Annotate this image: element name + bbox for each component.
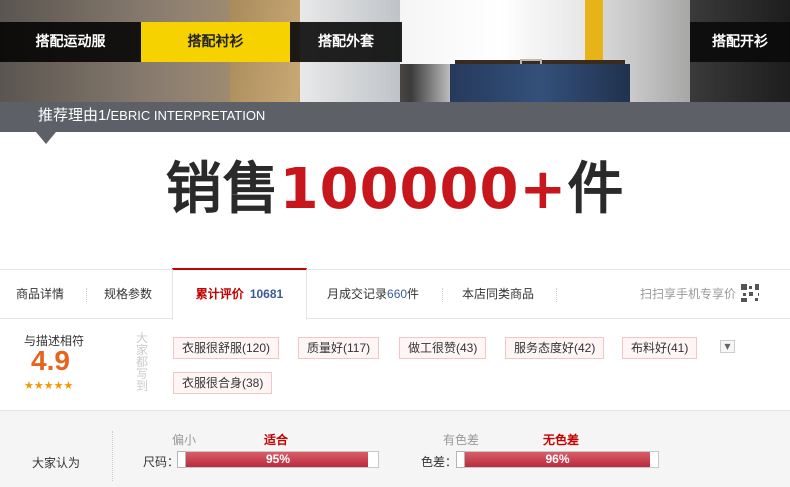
- color-slider-knob: [456, 451, 465, 468]
- banner-image: 搭配运动服 搭配衬衫 搭配外套 搭配开衫: [0, 0, 790, 102]
- impression-label: 大家都写到: [136, 331, 149, 393]
- outfit-tabs: 搭配运动服 搭配衬衫 搭配外套 搭配开衫: [0, 22, 790, 62]
- fit-panel: 大家认为 偏小 适合 尺码： 95% 有色差 无色差 色差： 96%: [0, 410, 790, 487]
- tab-separator: [442, 288, 443, 302]
- tab-sportswear[interactable]: 搭配运动服: [0, 22, 141, 62]
- mobile-price-link[interactable]: 扫扫享手机专享价: [640, 270, 736, 319]
- tab-monthly-sales[interactable]: 月成交记录660件: [327, 270, 419, 319]
- review-tag[interactable]: 做工很赞(43): [399, 337, 487, 359]
- size-left-label: 偏小: [172, 433, 197, 447]
- review-tag[interactable]: 衣服很合身(38): [173, 372, 273, 394]
- reason-title: 推荐理由1/EBRIC INTERPRETATION: [38, 102, 265, 132]
- monthly-unit: 件: [407, 287, 420, 301]
- color-percent: 96%: [545, 452, 570, 466]
- size-label: 尺码：: [143, 455, 180, 469]
- tab-cardigan[interactable]: 搭配开衫: [690, 22, 790, 62]
- tab-reviews-label: 累计评价: [195, 287, 244, 301]
- tab-separator: [86, 288, 87, 302]
- tab-monthly-label: 月成交记录: [327, 287, 388, 301]
- monthly-count: 660: [387, 287, 408, 301]
- star-rating: ★★★★★: [24, 379, 74, 392]
- size-percent: 95%: [265, 452, 291, 466]
- review-tag[interactable]: 衣服很舒服(120): [173, 337, 280, 359]
- qr-code-icon[interactable]: [740, 283, 760, 303]
- reason-title-cn: 推荐理由1/: [38, 107, 111, 124]
- review-tag[interactable]: 布料好(41): [622, 337, 698, 359]
- size-bar: 95%: [177, 451, 379, 468]
- tab-similar-items[interactable]: 本店同类商品: [462, 270, 534, 319]
- size-right-label: 适合: [264, 433, 289, 447]
- sales-headline: 销售100000+件: [0, 150, 790, 230]
- fit-divider: [112, 431, 113, 481]
- reason-subtitle: EBRIC INTERPRETATION: [110, 108, 266, 123]
- tab-product-details[interactable]: 商品详情: [16, 270, 64, 319]
- headline-number: 100000+: [279, 157, 568, 222]
- review-count: 10681: [249, 287, 284, 301]
- rating-section: 与描述相符 4.9 ★★★★★ 大家都写到 衣服很舒服(120) 质量好(117…: [0, 320, 790, 410]
- tab-separator: [556, 288, 557, 302]
- reason-strip: 推荐理由1/EBRIC INTERPRETATION: [0, 102, 790, 132]
- model-jeans: [450, 64, 630, 102]
- detail-tabbar: 商品详情 规格参数 累计评价 10681 月成交记录660件 本店同类商品 扫扫享…: [0, 268, 790, 320]
- rating-score: 4.9: [31, 345, 70, 376]
- size-slider-knob: [177, 451, 186, 468]
- headline-prefix: 销售: [165, 157, 280, 222]
- color-label: 色差：: [421, 455, 458, 469]
- tab-jacket[interactable]: 搭配外套: [290, 22, 402, 62]
- headline-suffix: 件: [567, 157, 625, 222]
- color-right-label: 无色差: [543, 433, 580, 447]
- color-bar: 96%: [456, 451, 659, 468]
- tab-shirt[interactable]: 搭配衬衫: [141, 22, 290, 62]
- chevron-down-icon[interactable]: ▼: [720, 340, 735, 353]
- tab-reviews[interactable]: 累计评价 10681: [172, 268, 307, 320]
- review-tag[interactable]: 质量好(117): [298, 337, 380, 359]
- reason-pointer: [36, 132, 56, 144]
- tab-specifications[interactable]: 规格参数: [104, 270, 152, 319]
- color-left-label: 有色差: [443, 433, 480, 447]
- fit-title: 大家认为: [32, 456, 81, 470]
- review-tag[interactable]: 服务态度好(42): [505, 337, 605, 359]
